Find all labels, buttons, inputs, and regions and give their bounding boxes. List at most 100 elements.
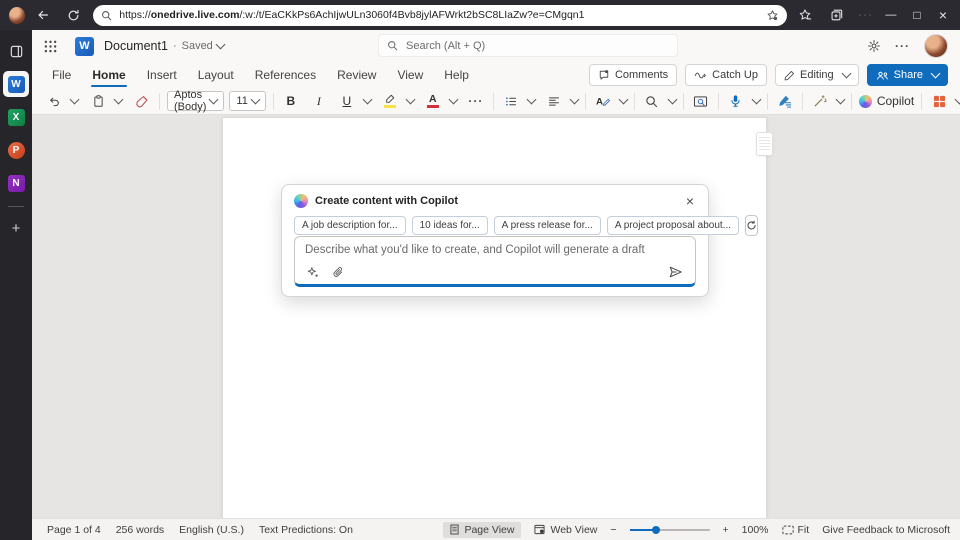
find-button[interactable] — [642, 91, 662, 111]
rail-onenote-icon[interactable]: N — [3, 170, 29, 196]
font-name-select[interactable]: Aptos (Body) — [167, 91, 224, 111]
word-count[interactable]: 256 words — [116, 524, 164, 536]
font-size-select[interactable]: 11 — [229, 91, 265, 111]
search-icon — [101, 10, 112, 21]
tab-insert[interactable]: Insert — [146, 64, 178, 86]
search-icon — [387, 40, 398, 51]
collapsed-comment-card[interactable] — [756, 132, 773, 156]
attach-paperclip-icon[interactable] — [332, 266, 344, 279]
dictate-button[interactable] — [726, 91, 746, 111]
web-view-button[interactable]: Web View — [534, 524, 597, 536]
copilot-prompt-input[interactable] — [295, 237, 695, 263]
suggestion-chip[interactable]: A project proposal about... — [607, 216, 739, 235]
collections-icon[interactable] — [823, 4, 847, 26]
tab-review[interactable]: Review — [336, 64, 377, 86]
zoom-level[interactable]: 100% — [742, 524, 769, 536]
bullet-list-button[interactable] — [501, 91, 521, 111]
zoom-in-button[interactable]: + — [723, 524, 729, 536]
text-predictions-toggle[interactable]: Text Predictions: On — [259, 524, 353, 536]
chevron-down-icon[interactable] — [618, 95, 628, 105]
chevron-down-icon[interactable] — [667, 95, 677, 105]
page-view-button[interactable]: Page View — [443, 522, 521, 538]
rail-excel-icon[interactable]: X — [3, 104, 29, 130]
send-icon[interactable] — [668, 265, 683, 279]
reading-view-button[interactable] — [691, 91, 711, 111]
bold-button[interactable]: B — [281, 91, 301, 111]
window-minimize-icon[interactable]: — — [878, 3, 904, 27]
address-bar[interactable]: https://onedrive.live.com/:w:/t/EaCKkPs6… — [93, 5, 787, 26]
editing-mode-button[interactable]: Editing — [775, 64, 859, 86]
app-launcher-icon[interactable] — [44, 40, 57, 53]
zoom-out-button[interactable]: − — [610, 524, 616, 536]
page-count[interactable]: Page 1 of 4 — [47, 524, 101, 536]
browser-back-icon[interactable] — [31, 4, 55, 26]
window-maximize-icon[interactable]: □ — [904, 3, 930, 27]
chevron-down-icon[interactable] — [751, 95, 761, 105]
document-page[interactable] — [222, 117, 767, 524]
rewrite-sparkle-icon[interactable] — [307, 266, 320, 279]
align-button[interactable] — [544, 91, 564, 111]
italic-button[interactable]: I — [309, 91, 329, 111]
tab-help[interactable]: Help — [443, 64, 470, 86]
tab-home[interactable]: Home — [91, 64, 126, 86]
chevron-down-icon[interactable] — [114, 95, 124, 105]
browser-profile-avatar[interactable] — [9, 7, 25, 24]
underline-button[interactable]: U — [337, 91, 357, 111]
highlight-button[interactable] — [380, 91, 400, 111]
tab-view[interactable]: View — [396, 64, 424, 86]
fit-icon — [782, 525, 794, 535]
word-logo-icon[interactable]: W — [75, 37, 94, 56]
favorites-icon[interactable] — [793, 4, 817, 26]
bookmark-star-icon[interactable] — [766, 9, 779, 22]
magic-wand-button[interactable] — [810, 91, 830, 111]
browser-refresh-icon[interactable] — [61, 4, 85, 26]
account-avatar[interactable] — [924, 34, 948, 58]
zoom-slider[interactable] — [630, 524, 710, 536]
save-status[interactable]: · Saved — [173, 40, 224, 52]
tab-layout[interactable]: Layout — [197, 64, 235, 86]
chevron-down-icon[interactable] — [448, 95, 458, 105]
chevron-down-icon[interactable] — [362, 95, 372, 105]
m365-app-icon[interactable] — [3, 38, 29, 64]
apps-addins-button[interactable] — [929, 91, 949, 111]
chevron-down-icon[interactable] — [569, 95, 579, 105]
chevron-down-icon[interactable] — [405, 95, 415, 105]
chevron-down-icon — [250, 95, 260, 105]
search-box[interactable] — [378, 34, 678, 57]
format-painter-button[interactable] — [132, 91, 152, 111]
tab-references[interactable]: References — [254, 64, 317, 86]
styles-button[interactable]: A — [593, 91, 613, 111]
comments-button[interactable]: Comments — [589, 64, 677, 86]
document-title[interactable]: Document1 — [104, 39, 168, 53]
fit-button[interactable]: Fit — [782, 524, 810, 536]
browser-more-icon[interactable]: ··· — [854, 4, 878, 26]
chevron-down-icon[interactable] — [526, 95, 536, 105]
font-more-icon[interactable]: ··· — [466, 91, 486, 111]
chevron-down-icon[interactable] — [955, 95, 960, 105]
undo-button[interactable] — [44, 91, 64, 111]
share-button[interactable]: Share — [867, 64, 948, 86]
copilot-button[interactable]: Copilot — [859, 94, 914, 108]
rail-word-icon[interactable]: W — [3, 71, 29, 97]
header-more-icon[interactable]: ··· — [895, 39, 910, 53]
feedback-link[interactable]: Give Feedback to Microsoft — [822, 524, 950, 536]
search-input[interactable] — [404, 39, 669, 53]
rail-add-app-button[interactable]: + — [3, 215, 29, 241]
font-color-button[interactable]: A — [423, 91, 443, 111]
paste-button[interactable] — [88, 91, 108, 111]
zoom-slider-thumb[interactable] — [652, 526, 660, 534]
suggestion-chip[interactable]: A press release for... — [494, 216, 601, 235]
close-icon[interactable]: × — [684, 194, 696, 208]
suggestion-chip[interactable]: 10 ideas for... — [412, 216, 488, 235]
suggestion-chip[interactable]: A job description for... — [294, 216, 406, 235]
settings-gear-icon[interactable] — [867, 39, 881, 53]
chevron-down-icon[interactable] — [835, 95, 845, 105]
language-indicator[interactable]: English (U.S.) — [179, 524, 244, 536]
refresh-suggestions-button[interactable] — [745, 215, 758, 236]
chevron-down-icon[interactable] — [70, 95, 80, 105]
tab-file[interactable]: File — [51, 64, 72, 86]
editor-button[interactable] — [775, 91, 795, 111]
catch-up-button[interactable]: Catch Up — [685, 64, 767, 86]
window-close-icon[interactable]: × — [930, 3, 956, 27]
rail-powerpoint-icon[interactable]: P — [3, 137, 29, 163]
